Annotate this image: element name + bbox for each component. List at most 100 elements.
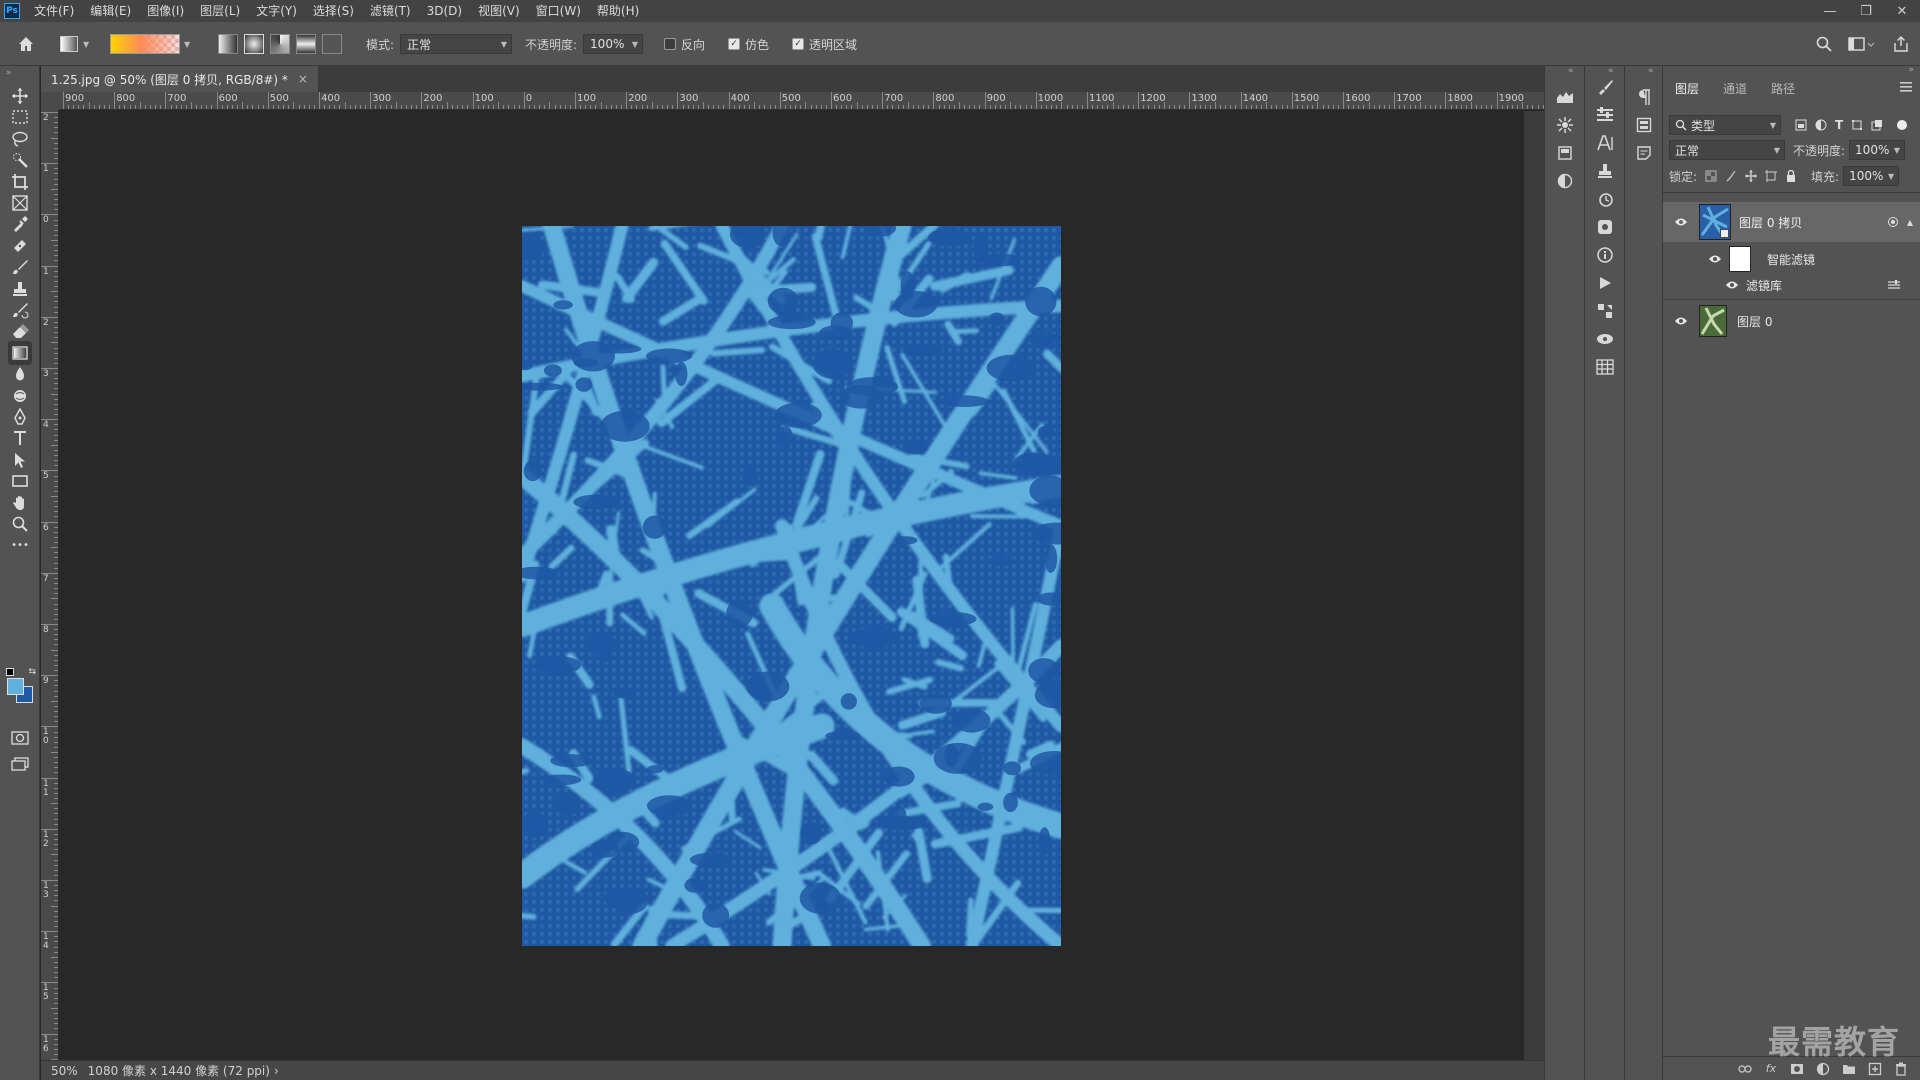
- panel-tab[interactable]: 图层: [1663, 76, 1712, 102]
- history-brush-tool-icon[interactable]: [8, 298, 32, 322]
- default-colors-icon[interactable]: [6, 668, 14, 676]
- character-icon[interactable]: [1594, 132, 1616, 154]
- lasso-tool-icon[interactable]: [8, 127, 32, 151]
- gradient-tool-icon[interactable]: [8, 340, 32, 365]
- adjustment-filter-icon[interactable]: [1815, 119, 1827, 131]
- visibility-eye-icon[interactable]: [1673, 313, 1689, 329]
- frame-tool-icon[interactable]: [8, 191, 32, 215]
- gradient-picker[interactable]: ▼: [110, 22, 190, 66]
- collapse-panel-icon[interactable]: «: [1608, 66, 1614, 76]
- reverse-checkbox[interactable]: [664, 38, 676, 50]
- collapse-panel-icon[interactable]: «: [1648, 66, 1654, 76]
- tool-preset-picker[interactable]: ▼: [60, 22, 89, 66]
- reflected-gradient-icon[interactable]: [296, 34, 316, 54]
- menu-item[interactable]: 帮助(H): [589, 0, 647, 22]
- diamond-gradient-icon[interactable]: [322, 34, 342, 54]
- layer-name[interactable]: 图层 0 拷贝: [1739, 214, 1802, 231]
- vertical-ruler[interactable]: 2 1 0 1 2 3 4 5 6 7 8 9 10 11 12 13 14 15 16: [41, 110, 59, 1060]
- menu-item[interactable]: 文字(Y): [248, 0, 305, 22]
- minimize-button[interactable]: —: [1812, 0, 1848, 22]
- layer-row[interactable]: 图层 0 拷贝 ▲: [1663, 202, 1920, 242]
- path-select-tool-icon[interactable]: [8, 448, 32, 472]
- healing-tool-icon[interactable]: [8, 234, 32, 258]
- pixel-filter-icon[interactable]: [1795, 119, 1807, 131]
- angle-gradient-icon[interactable]: [270, 34, 290, 54]
- swap-colors-icon[interactable]: ⇆: [28, 667, 36, 677]
- navigator-icon[interactable]: [1554, 114, 1576, 136]
- dither-checkbox[interactable]: ✓: [728, 38, 740, 50]
- menu-item[interactable]: 编辑(E): [82, 0, 139, 22]
- type-tool-icon[interactable]: [8, 426, 32, 450]
- zoom-tool-icon[interactable]: [8, 512, 32, 536]
- actions-icon[interactable]: [1594, 272, 1616, 294]
- marquee-tool-icon[interactable]: [8, 105, 32, 129]
- menu-item[interactable]: 文件(F): [26, 0, 82, 22]
- color-icon[interactable]: [1594, 216, 1616, 238]
- horizontal-ruler[interactable]: 900 800 700 600 500 400 300 200 100 0 100 200 300 400…: [59, 92, 1544, 110]
- home-icon[interactable]: [16, 22, 36, 66]
- menu-item[interactable]: 图层(L): [192, 0, 248, 22]
- layer-row[interactable]: 图层 0: [1663, 302, 1920, 340]
- fill-input[interactable]: 100% ▼: [1843, 166, 1900, 186]
- close-window-button[interactable]: ✕: [1884, 0, 1920, 22]
- move-tool-icon[interactable]: [8, 84, 32, 108]
- chevron-up-icon[interactable]: ▲: [1907, 218, 1913, 227]
- menu-item[interactable]: 视图(V): [470, 0, 528, 22]
- clone-stamp-tool-icon[interactable]: [8, 277, 32, 301]
- expand-toolbar-icon[interactable]: »: [6, 68, 12, 78]
- layer-name[interactable]: 图层 0: [1737, 313, 1772, 330]
- menu-item[interactable]: 滤镜(T): [362, 0, 419, 22]
- brush-settings-icon[interactable]: [1594, 76, 1616, 98]
- lock-all-icon[interactable]: [1785, 170, 1797, 182]
- workspace-icon[interactable]: [1848, 22, 1876, 66]
- quick-select-tool-icon[interactable]: [8, 148, 32, 172]
- mode-select[interactable]: 正常 ▼: [400, 34, 513, 54]
- eyedropper-tool-icon[interactable]: [8, 212, 32, 236]
- filter-gallery-row[interactable]: 滤镜库: [1663, 274, 1920, 296]
- opacity-input[interactable]: 100% ▼: [583, 34, 644, 54]
- brush-tool-icon[interactable]: [8, 255, 32, 279]
- layer-opacity-input[interactable]: 100% ▼: [1849, 140, 1906, 160]
- crop-tool-icon[interactable]: [8, 170, 32, 194]
- vertical-scrollbar[interactable]: [1524, 111, 1544, 1060]
- timeline-icon[interactable]: [1594, 356, 1616, 378]
- history-icon[interactable]: [1594, 188, 1616, 210]
- menu-item[interactable]: 窗口(W): [528, 0, 589, 22]
- more-tools-icon[interactable]: •••: [8, 533, 32, 557]
- menu-item[interactable]: 选择(S): [305, 0, 362, 22]
- histogram-icon[interactable]: [1554, 86, 1576, 108]
- adjustments-icon[interactable]: [1554, 170, 1576, 192]
- notes-icon[interactable]: [1633, 142, 1655, 164]
- foreground-color-swatch[interactable]: [7, 678, 24, 695]
- paragraph-icon[interactable]: [1633, 86, 1655, 108]
- lock-pixels-icon[interactable]: [1725, 170, 1737, 182]
- menu-item[interactable]: 3D(D): [419, 0, 470, 22]
- layer-filter-select[interactable]: 类型 ▼: [1669, 115, 1781, 135]
- link-icon[interactable]: [1737, 1061, 1753, 1077]
- visibility-eye-icon[interactable]: [1673, 214, 1689, 230]
- share-icon[interactable]: [1892, 22, 1910, 66]
- panel-tab[interactable]: 路径: [1759, 76, 1807, 102]
- lock-position-icon[interactable]: [1745, 170, 1758, 182]
- filter-blending-options-icon[interactable]: [1887, 279, 1901, 291]
- close-tab-button[interactable]: ×: [298, 72, 308, 86]
- linear-gradient-icon[interactable]: [218, 34, 238, 54]
- 3d-icon[interactable]: [1594, 328, 1616, 350]
- menu-item[interactable]: 图像(I): [139, 0, 192, 22]
- channels-swap-icon[interactable]: [1594, 300, 1616, 322]
- document-tab[interactable]: 1.25.jpg @ 50% (图层 0 拷贝, RGB/8#) * ×: [41, 66, 318, 92]
- panel-menu-icon[interactable]: [1900, 82, 1912, 92]
- blur-tool-icon[interactable]: [8, 362, 32, 386]
- quick-mask-icon[interactable]: [8, 726, 32, 750]
- lock-artboard-icon[interactable]: [1765, 170, 1778, 182]
- restore-button[interactable]: ❐: [1848, 0, 1884, 22]
- smart-filters-row[interactable]: 智能滤镜: [1663, 244, 1920, 274]
- type-filter-icon[interactable]: T: [1835, 118, 1843, 132]
- document-image[interactable]: [522, 226, 1061, 946]
- pen-tool-icon[interactable]: [8, 405, 32, 429]
- screen-mode-icon[interactable]: [8, 752, 32, 776]
- status-menu-arrow[interactable]: ›: [274, 1064, 279, 1078]
- lock-transparent-icon[interactable]: [1705, 170, 1717, 182]
- radial-gradient-icon[interactable]: [244, 34, 264, 54]
- shape-filter-icon[interactable]: [1851, 119, 1863, 131]
